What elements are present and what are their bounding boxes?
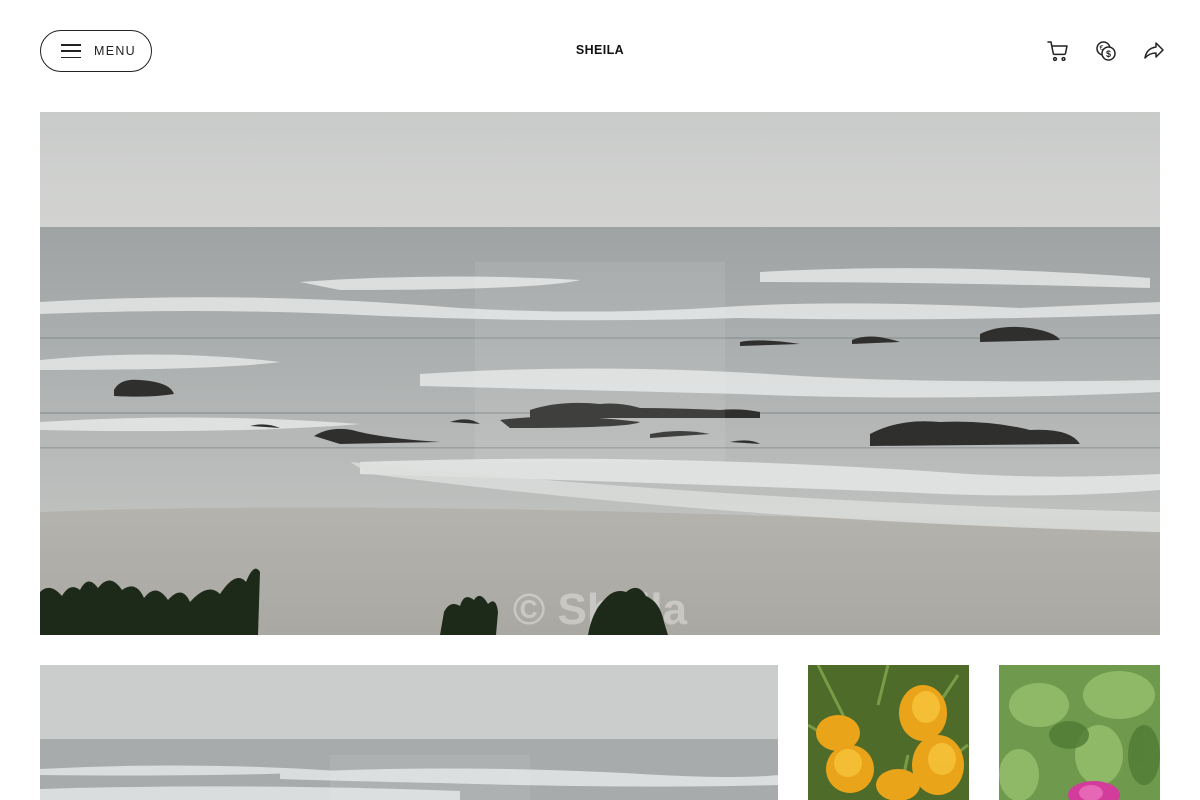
cart-icon — [1047, 41, 1068, 62]
currency-exchange-icon: $ € — [1096, 41, 1116, 61]
pink-flower-image — [999, 665, 1160, 800]
cart-button[interactable] — [1042, 36, 1074, 66]
seascape-image: © Sheila — [40, 112, 1160, 635]
svg-text:$: $ — [1106, 49, 1111, 59]
site-title[interactable]: SHEILA — [0, 43, 1200, 57]
gallery-tile-pink-flower[interactable] — [999, 665, 1160, 800]
hero-photo-seascape[interactable]: © Sheila — [40, 112, 1160, 635]
site-header: MENU SHEILA $ € — [0, 0, 1200, 102]
seascape-thumb-image — [40, 665, 778, 800]
yellow-flower-image — [808, 665, 969, 800]
gallery-tile-seascape[interactable] — [40, 665, 778, 800]
header-actions: $ € — [1042, 36, 1170, 66]
gallery-tile-yellow-flower[interactable] — [808, 665, 969, 800]
share-icon — [1144, 42, 1164, 59]
share-button[interactable] — [1138, 36, 1170, 66]
svg-text:€: € — [1100, 45, 1104, 52]
currency-button[interactable]: $ € — [1090, 36, 1122, 66]
